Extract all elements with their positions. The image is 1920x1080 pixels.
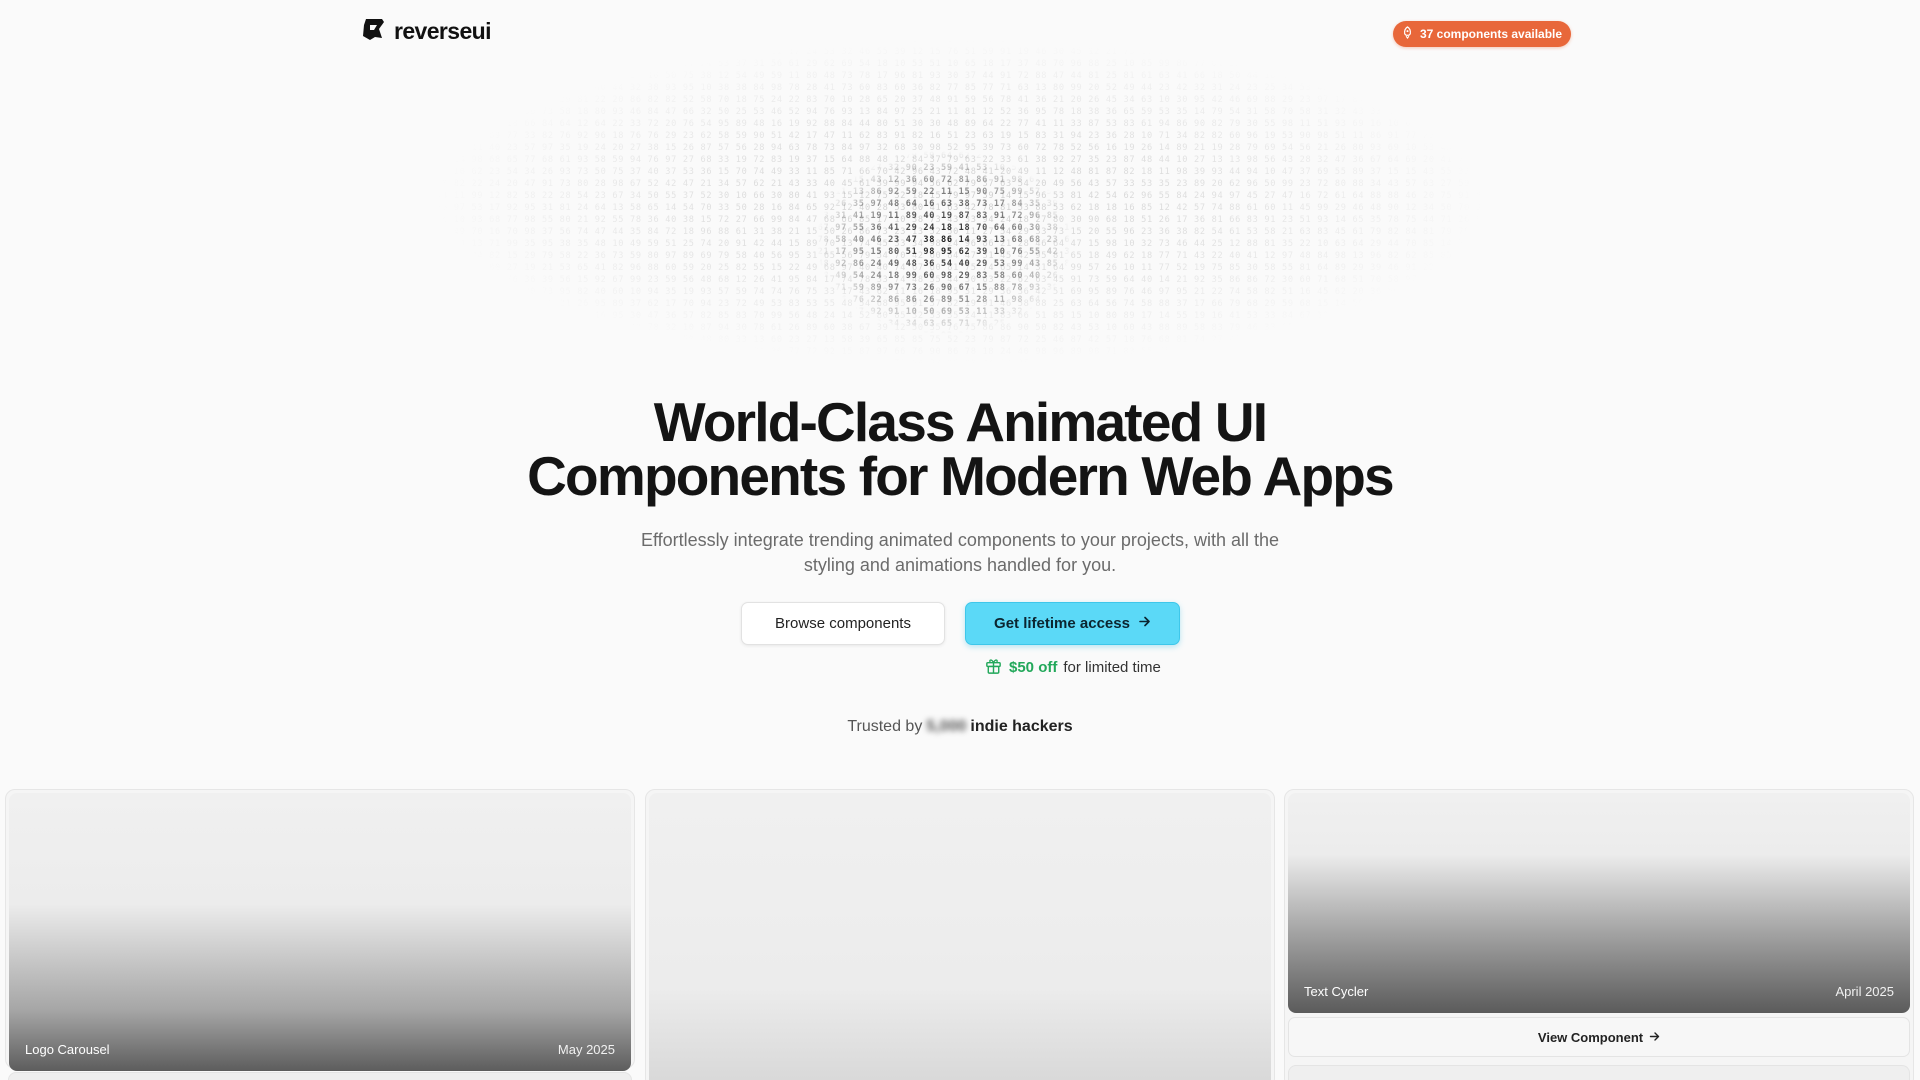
trusted-count: 5,000	[926, 718, 967, 735]
browse-components-button[interactable]: Browse components	[741, 602, 945, 645]
card-title: Logo Carousel	[25, 1042, 110, 1057]
components-available-badge[interactable]: 37 components available	[1393, 21, 1572, 47]
trusted-by: Trusted by 5,000 indie hackers	[0, 718, 1920, 736]
trusted-suffix: indie hackers	[970, 718, 1073, 735]
access-button-label: Get lifetime access	[994, 615, 1130, 632]
subtitle-line-2: styling and animations handled for you.	[803, 555, 1117, 575]
card-date: May 2025	[557, 1042, 615, 1057]
page-title: World-Class Animated UI Components for M…	[0, 391, 1920, 507]
arrow-right-icon	[1649, 1030, 1660, 1045]
view-component-label: View Component	[1537, 1029, 1644, 1045]
gift-icon	[984, 656, 1003, 679]
component-card-next[interactable]	[1288, 1065, 1910, 1080]
brand-name: reverseui	[394, 18, 492, 44]
page-subtitle: Effortlessly integrate trending animated…	[610, 528, 1310, 578]
component-card[interactable]	[645, 789, 1275, 1080]
card-date: April 2025	[1835, 984, 1894, 999]
brand-logo[interactable]: reverseui	[360, 16, 492, 47]
view-component-button[interactable]: View Component	[1288, 1017, 1910, 1057]
discount-promo: $50 off for limited time	[984, 656, 1161, 679]
arrow-right-icon	[1138, 615, 1151, 632]
promo-amount: $50 off	[1009, 659, 1058, 676]
card-preview[interactable]	[649, 793, 1271, 1080]
title-line-1: World-Class Animated UI	[653, 391, 1268, 453]
card-preview[interactable]: Logo Carousel May 2025	[9, 793, 631, 1071]
component-card-text-cycler[interactable]: Text Cycler April 2025 View Component	[1284, 789, 1914, 1080]
promo-text: for limited time	[1063, 659, 1161, 676]
component-card-logo-carousel[interactable]: Logo Carousel May 2025	[5, 789, 635, 1071]
subtitle-line-1: Effortlessly integrate trending animated…	[640, 530, 1279, 550]
reverseui-logo-icon	[360, 16, 386, 47]
card-preview[interactable]: Text Cycler April 2025	[1288, 793, 1910, 1013]
badge-label: 37 components available	[1420, 27, 1563, 41]
get-lifetime-access-button[interactable]: Get lifetime access	[965, 602, 1180, 645]
trusted-prefix: Trusted by	[847, 718, 923, 735]
card-title: Text Cycler	[1304, 984, 1369, 999]
title-line-2: Components for Modern Web Apps	[527, 445, 1395, 507]
number-grid-highlight: 29 73 44 80 26 53 79 59 64 62 28 24 67 6…	[800, 151, 1120, 380]
rocket-icon	[1401, 26, 1414, 42]
component-card-next[interactable]	[8, 1072, 632, 1080]
